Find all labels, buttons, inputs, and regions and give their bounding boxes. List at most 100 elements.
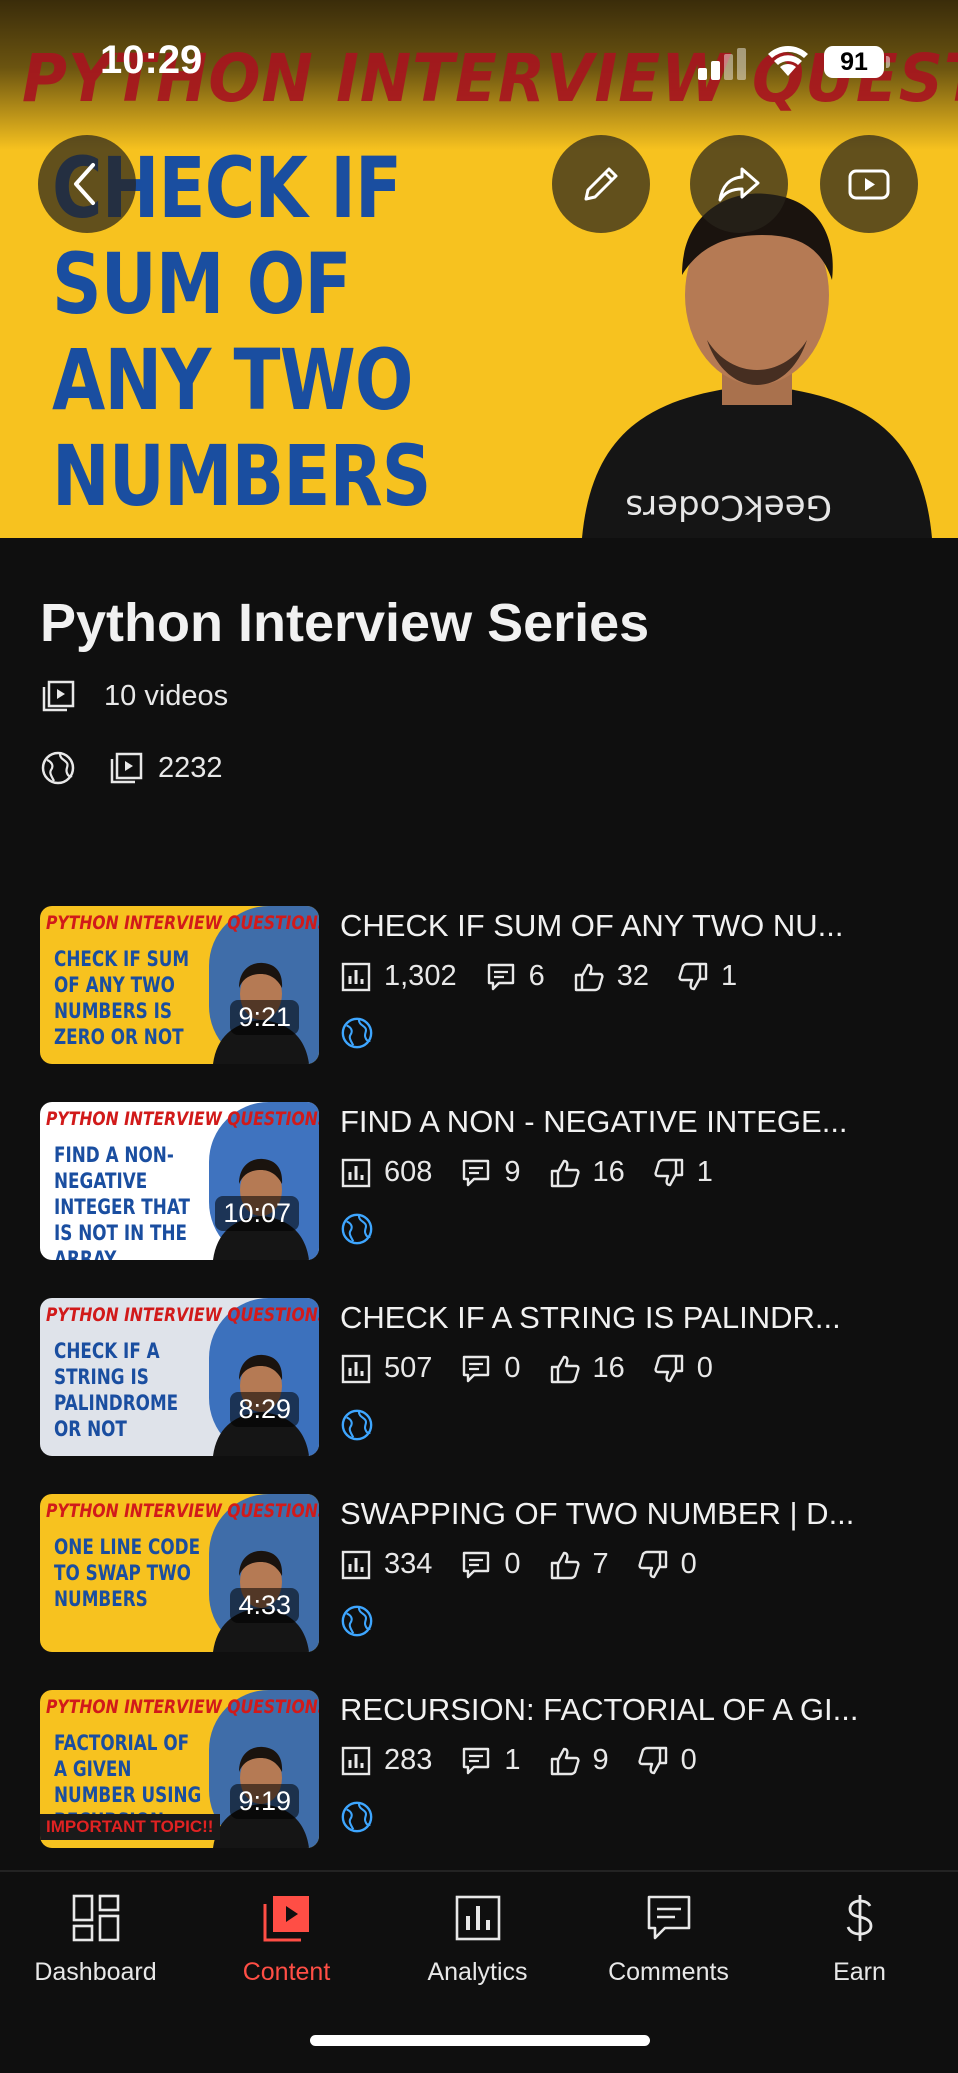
status-bar: 10:29 91: [0, 0, 958, 120]
wifi-icon: [768, 46, 808, 76]
video-duration: 10:07: [215, 1196, 299, 1231]
like-count: 32: [616, 960, 649, 992]
thumbnail-banner: PYTHON INTERVIEW QUESTIONS: [46, 1696, 319, 1718]
analytics-icon: [341, 1746, 371, 1775]
video-list-item[interactable]: PYTHON INTERVIEW QUESTIONS FIND A NON-NE…: [40, 1102, 930, 1260]
nav-dashboard[interactable]: Dashboard: [0, 1892, 191, 1987]
playlist-title: Python Interview Series: [40, 593, 650, 653]
like-count: 16: [592, 1352, 625, 1384]
video-title[interactable]: FIND A NON - NEGATIVE INTEGE...: [340, 1104, 940, 1140]
video-stats: 608 9 16 1: [340, 1156, 741, 1189]
pencil-icon: [584, 167, 618, 201]
like-icon: [550, 1355, 580, 1383]
content-icon: [263, 1896, 309, 1942]
video-title[interactable]: RECURSION: FACTORIAL OF A GI...: [340, 1692, 940, 1728]
like-icon: [550, 1551, 580, 1579]
dashboard-icon: [72, 1894, 119, 1942]
nav-comments[interactable]: Comments: [573, 1892, 764, 1987]
analytics-icon: [341, 962, 371, 991]
video-list-item[interactable]: PYTHON INTERVIEW QUESTIONS CHECK IF SUM …: [40, 906, 930, 1064]
youtube-button[interactable]: [820, 135, 918, 233]
playlist-views: 2232: [158, 751, 223, 784]
like-count: 7: [592, 1548, 609, 1580]
thumbnail-badge: IMPORTANT TOPIC!!: [40, 1814, 220, 1840]
dislike-icon: [678, 962, 708, 990]
analytics-icon: [341, 1354, 371, 1383]
status-time: 10:29: [100, 38, 203, 82]
chevron-left-icon: [74, 163, 95, 205]
public-globe-icon: [341, 1605, 373, 1637]
analytics-icon: [341, 1158, 371, 1187]
video-stats: 507 0 16 0: [340, 1352, 741, 1385]
thumbnail-banner: PYTHON INTERVIEW QUESTIONS: [46, 1304, 319, 1326]
share-icon: [718, 167, 760, 202]
view-count: 608: [384, 1156, 433, 1188]
video-thumbnail[interactable]: PYTHON INTERVIEW QUESTIONS FIND A NON-NE…: [40, 1102, 319, 1260]
like-icon: [550, 1747, 580, 1775]
nav-label: Content: [242, 1958, 331, 1986]
dislike-icon: [638, 1746, 667, 1774]
thumbnail-banner: PYTHON INTERVIEW QUESTIONS: [46, 1108, 319, 1130]
nav-earn[interactable]: Earn: [764, 1892, 955, 1987]
nav-content[interactable]: Content: [191, 1892, 382, 1987]
nav-label: Earn: [833, 1958, 886, 1986]
video-thumbnail[interactable]: PYTHON INTERVIEW QUESTIONS CHECK IF SUM …: [40, 906, 319, 1064]
nav-label: Analytics: [427, 1958, 528, 1986]
comment-icon: [463, 1551, 490, 1578]
video-title[interactable]: CHECK IF SUM OF ANY TWO NU...: [340, 908, 940, 944]
edit-button[interactable]: [552, 135, 650, 233]
video-title[interactable]: SWAPPING OF TWO NUMBER | D...: [340, 1496, 940, 1532]
public-globe-icon: [341, 1213, 373, 1245]
comment-icon: [463, 1355, 490, 1382]
nav-label: Dashboard: [34, 1958, 157, 1986]
video-duration: 9:21: [230, 1000, 299, 1035]
thumbnail-banner: PYTHON INTERVIEW QUESTIONS: [46, 912, 319, 934]
signal-icon: [698, 48, 748, 80]
back-button[interactable]: [38, 135, 136, 233]
video-list-item[interactable]: PYTHON INTERVIEW QUESTIONS CHECK IF A ST…: [40, 1298, 930, 1456]
public-globe-icon: [341, 1017, 373, 1049]
share-button[interactable]: [690, 135, 788, 233]
video-duration: 9:19: [230, 1784, 299, 1819]
home-indicator[interactable]: [310, 2035, 650, 2046]
thumbnail-text: CHECK IF SUM OF ANY TWO NUMBERS IS ZERO …: [54, 947, 190, 1049]
dislike-icon: [638, 1550, 667, 1578]
dislike-count: 0: [696, 1352, 713, 1384]
comment-count: 9: [504, 1156, 521, 1188]
comment-count: 0: [504, 1352, 521, 1384]
view-count: 334: [384, 1548, 433, 1580]
video-title[interactable]: CHECK IF A STRING IS PALINDR...: [340, 1300, 940, 1336]
like-count: 9: [592, 1744, 609, 1776]
nav-analytics[interactable]: Analytics: [382, 1892, 573, 1987]
video-list-item[interactable]: PYTHON INTERVIEW QUESTIONS FACTORIAL OF …: [40, 1690, 930, 1848]
comment-icon: [463, 1159, 490, 1186]
comment-count: 1: [504, 1744, 521, 1776]
battery-indicator: 91: [824, 46, 890, 78]
view-count: 1,302: [384, 960, 457, 992]
video-list-item[interactable]: PYTHON INTERVIEW QUESTIONS ONE LINE CODE…: [40, 1494, 930, 1652]
public-globe-icon: [341, 1801, 373, 1833]
playlist-icon: [42, 680, 75, 712]
dislike-count: 1: [696, 1156, 713, 1188]
video-stats: 283 1 9 0: [340, 1744, 725, 1777]
comment-icon: [487, 963, 514, 990]
video-thumbnail[interactable]: PYTHON INTERVIEW QUESTIONS ONE LINE CODE…: [40, 1494, 319, 1652]
video-thumbnail[interactable]: PYTHON INTERVIEW QUESTIONS CHECK IF A ST…: [40, 1298, 319, 1456]
shirt-text: GeekCoders: [625, 487, 832, 527]
thumbnail-banner: PYTHON INTERVIEW QUESTIONS: [46, 1500, 319, 1522]
video-stats: 334 0 7 0: [340, 1548, 725, 1581]
dislike-count: 1: [720, 960, 738, 992]
like-icon: [574, 963, 604, 991]
analytics-icon: [455, 1895, 500, 1941]
video-thumbnail[interactable]: PYTHON INTERVIEW QUESTIONS FACTORIAL OF …: [40, 1690, 319, 1848]
video-stats: 1,302 6 32 1: [340, 960, 765, 993]
like-icon: [550, 1159, 580, 1187]
comment-count: 6: [528, 960, 545, 992]
view-count: 283: [384, 1744, 433, 1776]
comment-count: 0: [504, 1548, 521, 1580]
visibility-views-row: 2232: [40, 750, 223, 786]
nav-label: Comments: [608, 1958, 729, 1986]
comments-icon: [647, 1895, 690, 1940]
thumbnail-text: FIND A NON-NEGATIVE INTEGER THAT IS NOT …: [54, 1143, 190, 1260]
comment-icon: [463, 1747, 490, 1774]
